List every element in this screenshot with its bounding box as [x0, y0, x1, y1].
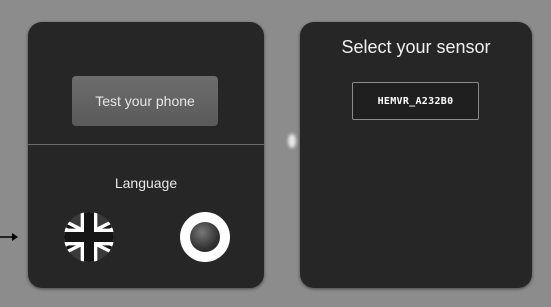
sensor-title: Select your sensor — [341, 37, 491, 57]
settings-panel: Test your phone Language — [28, 22, 264, 288]
pointer-arrow-icon — [0, 233, 18, 241]
radio-selected-icon[interactable] — [180, 212, 230, 262]
test-phone-button[interactable]: Test your phone — [72, 76, 218, 126]
panel-divider — [28, 144, 264, 145]
screen-glare — [288, 134, 296, 148]
uk-flag-icon[interactable] — [64, 212, 114, 262]
sensor-item[interactable]: HEMVR_A232B0 — [352, 82, 479, 120]
sensor-panel: Select your sensor HEMVR_A232B0 — [300, 22, 532, 288]
radio-dot — [190, 222, 220, 252]
language-label: Language — [114, 175, 178, 191]
